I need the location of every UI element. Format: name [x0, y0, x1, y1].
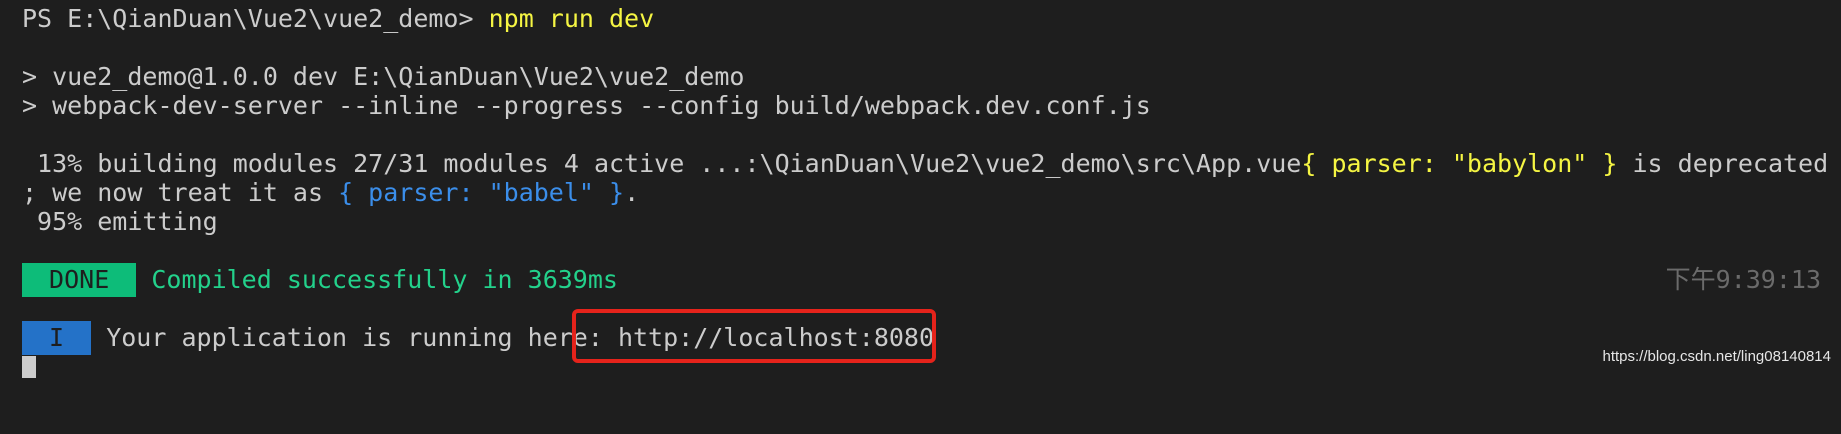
script-command-line: > webpack-dev-server --inline --progress…	[22, 91, 1151, 120]
deprecation-period: .	[624, 178, 640, 207]
terminal-window[interactable]: PS E:\QianDuan\Vue2\vue2_demo> npm run d…	[0, 0, 1841, 434]
parser-babel-text: { parser: "babel" }	[338, 178, 625, 207]
timestamp: 下午9:39:13	[1665, 265, 1821, 294]
shell-prompt: PS E:\QianDuan\Vue2\vue2_demo>	[22, 4, 489, 33]
progress-text: 13% building modules 27/31 modules 4 act…	[22, 149, 1302, 178]
compiled-message: Compiled successfully in 3639ms	[136, 265, 618, 294]
watermark: https://blog.csdn.net/ling08140814	[1602, 348, 1831, 365]
info-badge: I	[22, 321, 92, 355]
parser-babylon-text: { parser: "babylon" }	[1301, 149, 1618, 178]
running-message: Your application is running here:	[91, 323, 618, 352]
emitting-line: 95% emitting	[22, 207, 218, 236]
compiled-line: DONE Compiled successfully in 3639ms	[22, 263, 618, 297]
deprecation-text: ; we now treat it as	[22, 178, 339, 207]
command-text: npm run dev	[488, 4, 655, 33]
done-badge: DONE	[22, 263, 137, 297]
deprecated-text: is deprecated	[1617, 149, 1829, 178]
terminal-cursor	[22, 356, 36, 378]
command-line: PS E:\QianDuan\Vue2\vue2_demo> npm run d…	[22, 2, 654, 36]
url-highlight-box	[572, 309, 936, 363]
